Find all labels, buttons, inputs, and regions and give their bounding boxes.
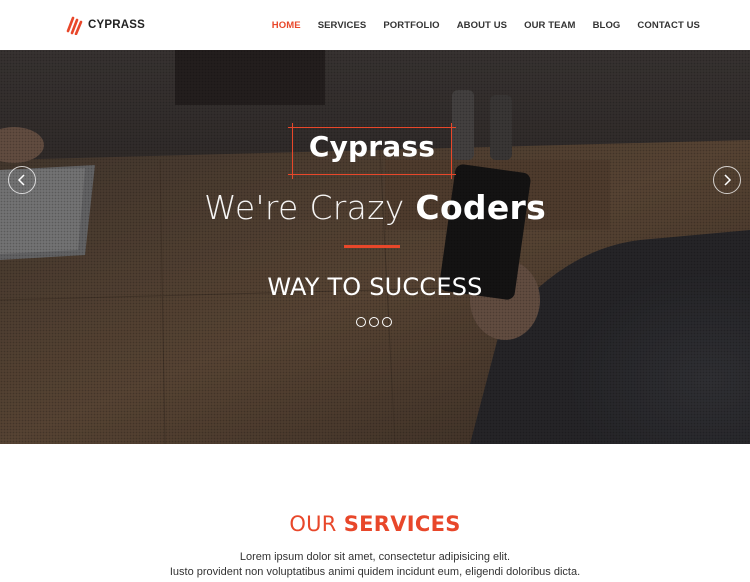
services-desc-line-1: Lorem ipsum dolor sit amet, consectetur … xyxy=(239,551,511,563)
logo-text: CYPRASS xyxy=(88,19,145,31)
services-description: Lorem ipsum dolor sit amet, consectetur … xyxy=(0,550,750,580)
logo-icon xyxy=(66,16,83,35)
nav-item-services[interactable]: SERVICES xyxy=(318,20,367,31)
services-heading: OUR SERVICES xyxy=(0,512,750,536)
hero-brand-title: Cyprass xyxy=(308,130,436,163)
hero-slider: Cyprass We're Crazy Coders WAY TO SUCCES… xyxy=(0,50,750,444)
headline-light-text: We're Crazy xyxy=(203,188,416,227)
services-desc-line-2: Iusto provident non voluptatibus animi q… xyxy=(169,566,581,578)
services-heading-bold: SERVICES xyxy=(343,512,461,536)
slide-indicator-3[interactable] xyxy=(382,317,392,327)
logo[interactable]: CYPRASS xyxy=(66,14,145,36)
services-heading-light: OUR xyxy=(289,512,344,536)
nav-item-contact-us[interactable]: CONTACT US xyxy=(637,20,700,31)
chevron-right-icon xyxy=(724,174,732,186)
next-slide-button[interactable] xyxy=(713,166,741,194)
headline-divider xyxy=(344,245,400,248)
nav-item-portfolio[interactable]: PORTFOLIO xyxy=(383,20,439,31)
nav-item-blog[interactable]: BLOG xyxy=(593,20,621,31)
slide-indicator-1[interactable] xyxy=(356,317,366,327)
prev-slide-button[interactable] xyxy=(8,166,36,194)
site-header: CYPRASS HOME SERVICES PORTFOLIO ABOUT US… xyxy=(0,0,750,50)
main-nav: HOME SERVICES PORTFOLIO ABOUT US OUR TEA… xyxy=(255,0,700,50)
hero-headline: We're Crazy Coders xyxy=(0,188,750,227)
brand-frame: Cyprass xyxy=(288,123,456,179)
nav-item-about-us[interactable]: ABOUT US xyxy=(457,20,507,31)
nav-item-home[interactable]: HOME xyxy=(272,20,301,31)
headline-bold-text: Coders xyxy=(415,188,547,227)
slide-indicator-2[interactable] xyxy=(369,317,379,327)
slide-indicators xyxy=(356,317,395,327)
nav-item-our-team[interactable]: OUR TEAM xyxy=(524,20,575,31)
hero-tagline: WAY TO SUCCESS xyxy=(267,273,483,301)
chevron-left-icon xyxy=(17,174,25,186)
